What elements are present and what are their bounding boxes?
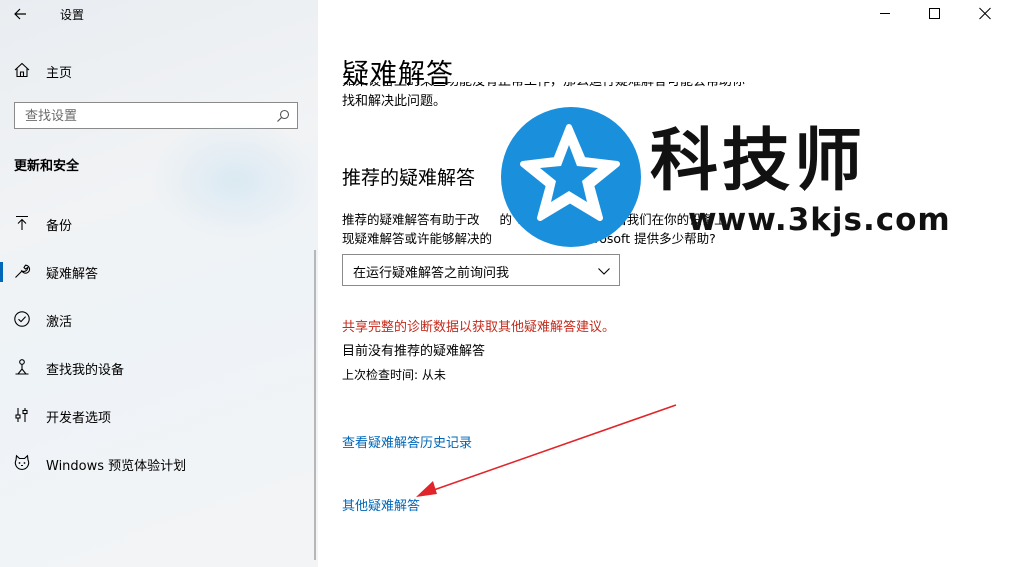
recommendation-status: 目前没有推荐的疑难解答 (342, 344, 486, 359)
other-troubleshooters-link[interactable]: 其他疑难解答 (342, 495, 420, 514)
sidebar: 设置 主页 更新和安全 备份 疑难解答 激活 (0, 0, 320, 567)
sidebar-item-troubleshoot[interactable]: 疑难解答 (0, 254, 318, 288)
last-check-time: 上次检查时间: 从未 (342, 368, 446, 382)
sidebar-item-label: 激活 (46, 315, 73, 330)
close-icon (979, 7, 991, 20)
search-icon[interactable] (276, 109, 290, 123)
dropdown-value: 在运行疑难解答之前询问我 (353, 266, 510, 281)
maximize-button[interactable] (912, 0, 958, 28)
developer-sliders-icon (15, 408, 28, 422)
search-input[interactable] (25, 107, 265, 125)
sidebar-item-developer-options[interactable]: 开发者选项 (0, 398, 318, 432)
sidebar-item-label: 备份 (46, 219, 73, 234)
backup-arrow-icon (16, 215, 28, 230)
sidebar-scrollbar[interactable] (314, 250, 316, 560)
chevron-down-icon (598, 268, 610, 275)
sidebar-item-label: 查找我的设备 (46, 363, 125, 378)
home-icon (14, 62, 30, 78)
person-location-icon (15, 359, 29, 375)
diagnostic-data-warning: 共享完整的诊断数据以获取其他疑难解答建议。 (342, 320, 616, 335)
close-button[interactable] (962, 0, 1008, 28)
active-indicator (0, 262, 3, 282)
back-arrow-icon (14, 8, 26, 20)
intro-line-clipped: 如果设备上的某些功能没有正常工作，那么运行疑难解答可能会帮助你 (342, 82, 792, 92)
app-title: 设置 (60, 8, 85, 22)
sidebar-item-find-my-device[interactable]: 查找我的设备 (0, 350, 318, 384)
section-heading: 更新和安全 (14, 159, 80, 174)
wrench-icon (15, 264, 31, 278)
main-content: 疑难解答 如果设备上的某些功能没有正常工作，那么运行疑难解答可能会帮助你 找和解… (318, 0, 1012, 567)
check-circle-icon (14, 311, 30, 327)
sidebar-item-label: 主页 (46, 66, 73, 81)
search-box[interactable] (14, 102, 298, 129)
window-controls (862, 0, 1012, 28)
cat-icon (14, 454, 30, 471)
recommended-heading: 推荐的疑难解答 (342, 167, 476, 189)
sidebar-item-backup[interactable]: 备份 (0, 206, 318, 240)
intro-line: 找和解决此问题。 (342, 94, 447, 109)
sidebar-item-windows-insider[interactable]: Windows 预览体验计划 (0, 446, 318, 480)
view-history-link[interactable]: 查看疑难解答历史记录 (342, 432, 472, 451)
minimize-icon (880, 13, 890, 14)
desc-line: 推荐的疑难解答有助于改的 Windo 金。当我们在你的设备上 (342, 212, 727, 227)
maximize-icon (929, 8, 940, 19)
sidebar-item-label: 开发者选项 (46, 411, 112, 426)
sidebar-item-label: Windows 预览体验计划 (46, 459, 187, 474)
desc-line: 现疑难解答或许能够解决的 icrosoft 提供多少帮助? (342, 231, 716, 246)
titlebar-left: 设置 (0, 0, 318, 28)
minimize-button[interactable] (862, 0, 908, 28)
intro-text: 如果设备上的某些功能没有正常工作，那么运行疑难解答可能会帮助你 找和解决此问题。 (342, 82, 792, 112)
sidebar-item-activation[interactable]: 激活 (0, 302, 318, 336)
troubleshoot-preference-dropdown[interactable]: 在运行疑难解答之前询问我 (342, 254, 620, 286)
back-button[interactable] (8, 3, 34, 25)
recommended-description: 推荐的疑难解答有助于改的 Windo 金。当我们在你的设备上 现疑难解答或许能够解… (342, 210, 792, 248)
sidebar-item-label: 疑难解答 (46, 267, 99, 282)
sidebar-item-home[interactable]: 主页 (0, 56, 318, 84)
